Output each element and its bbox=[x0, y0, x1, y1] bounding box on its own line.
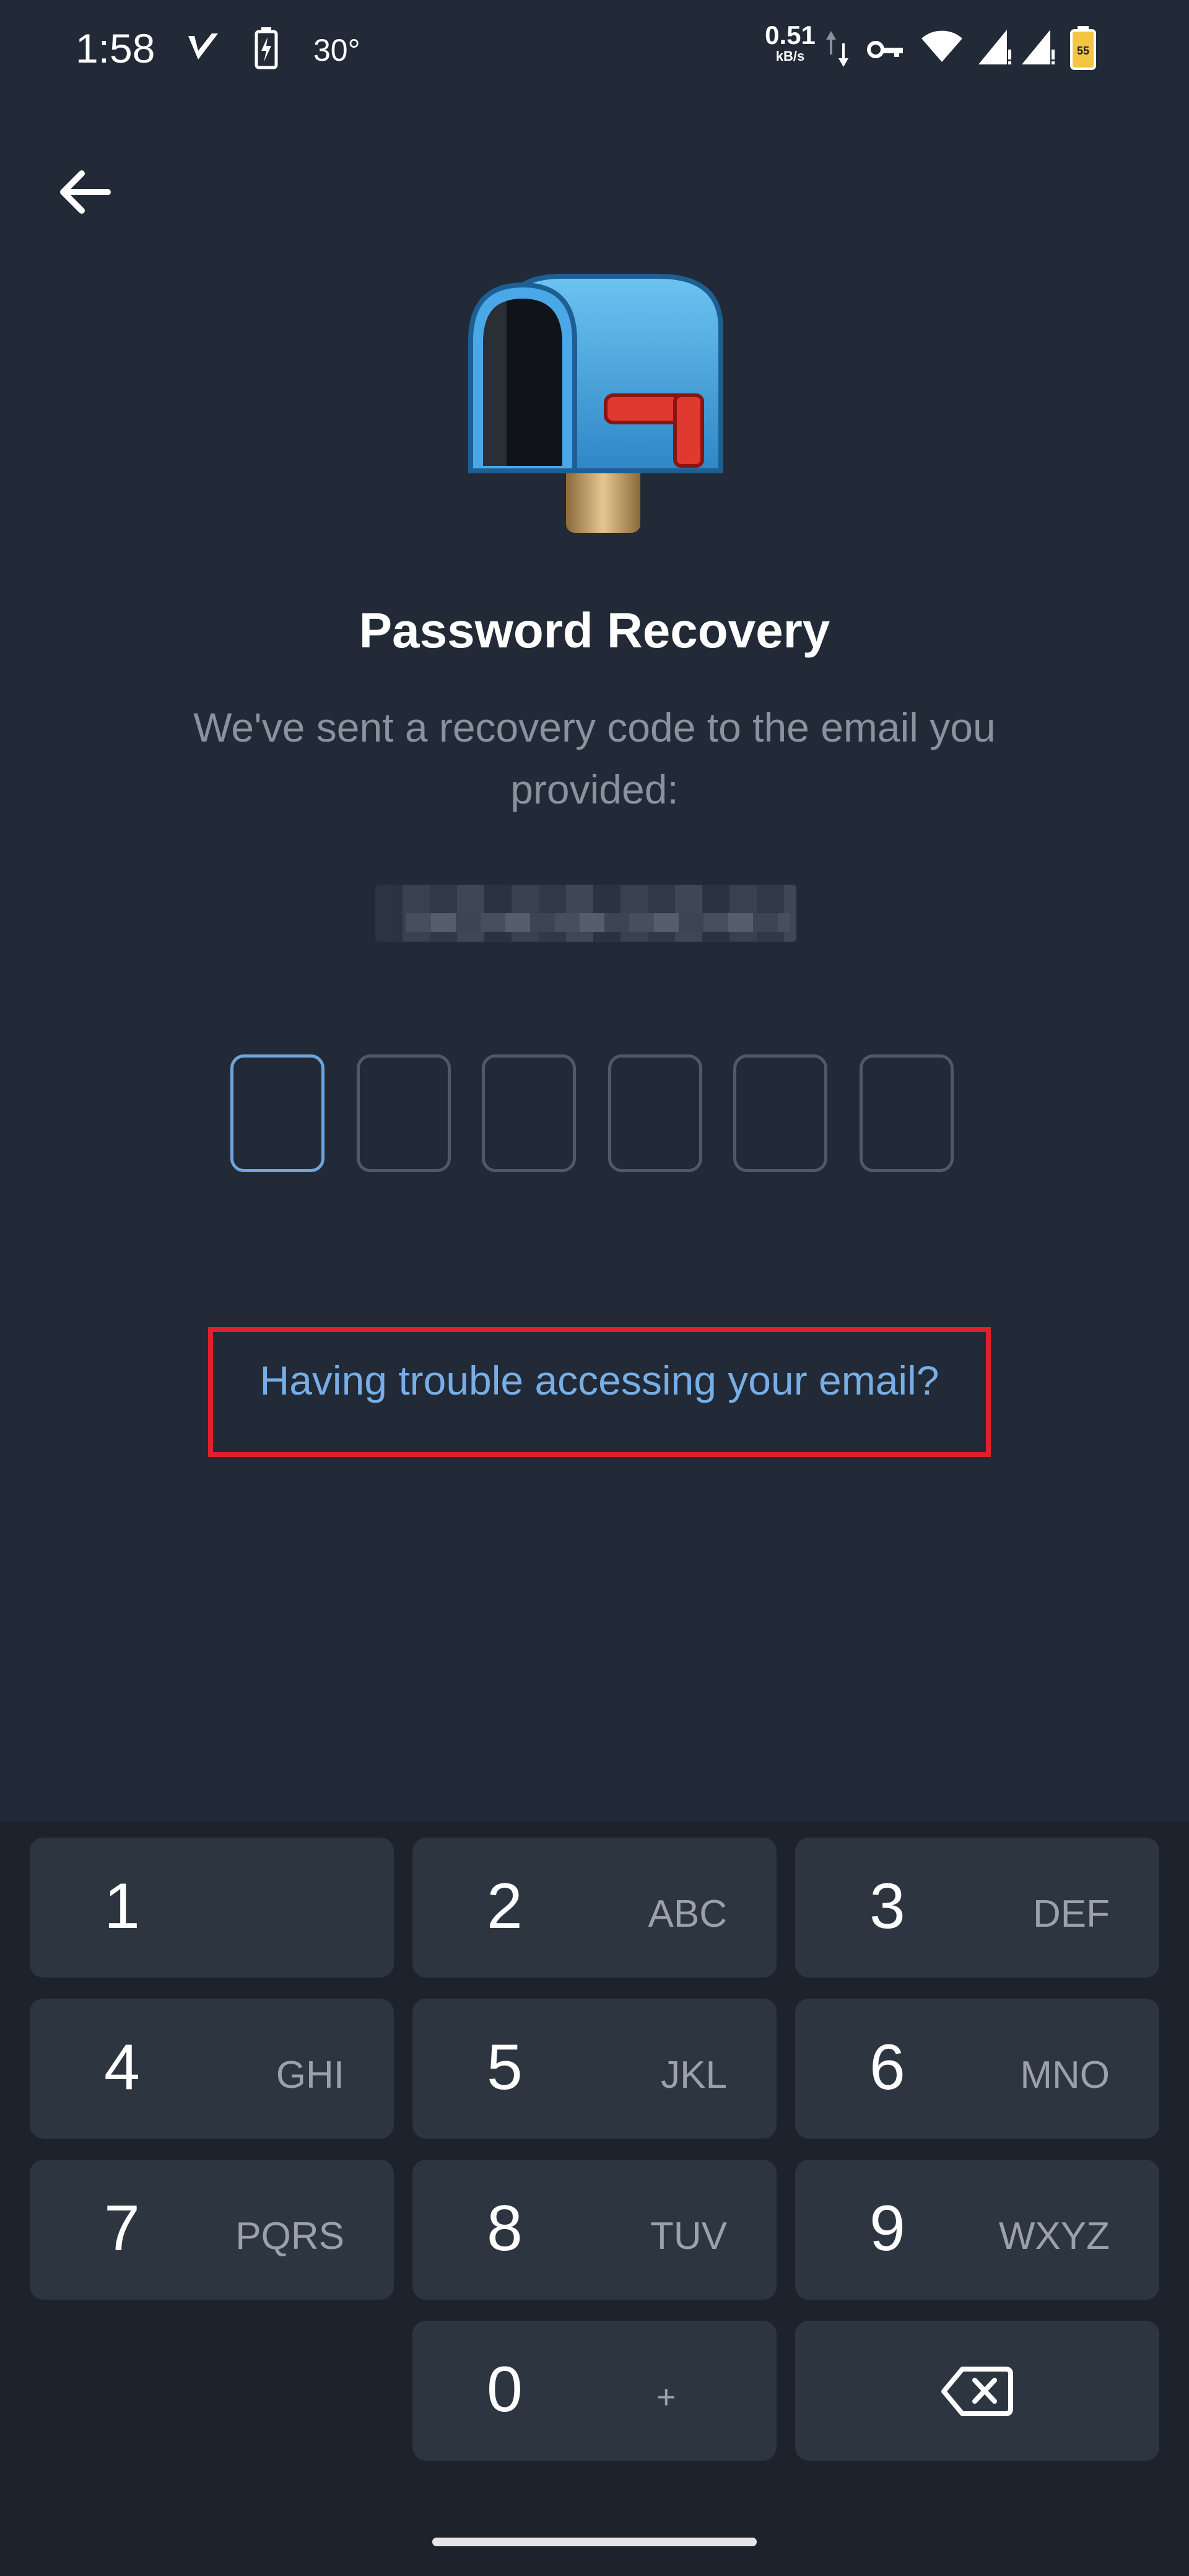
back-button[interactable] bbox=[53, 161, 115, 223]
key-letters: ABC bbox=[648, 1893, 727, 1935]
net-speed-unit: kB/s bbox=[775, 48, 805, 64]
arrow-left-icon bbox=[60, 170, 111, 214]
checkmark-app-icon bbox=[188, 33, 218, 59]
key-1[interactable]: 1 bbox=[30, 1838, 394, 1978]
backspace-icon bbox=[941, 2367, 1013, 2416]
battery-saver-icon bbox=[255, 27, 278, 69]
key-digit: 2 bbox=[487, 1870, 523, 1942]
wifi-icon bbox=[921, 30, 962, 62]
signal-icon bbox=[1022, 30, 1055, 64]
key-digit: 3 bbox=[869, 1870, 905, 1942]
key-0[interactable]: 0 + bbox=[412, 2321, 777, 2461]
key-digit: 0 bbox=[487, 2354, 523, 2425]
code-digit-box[interactable] bbox=[608, 1054, 702, 1172]
battery-icon: 55 bbox=[1070, 26, 1096, 70]
key-digit: 1 bbox=[104, 1870, 140, 1942]
recovery-code-input[interactable] bbox=[230, 1054, 959, 1177]
code-digit-box[interactable] bbox=[733, 1054, 827, 1172]
key-digit: 4 bbox=[104, 2031, 140, 2103]
key-8[interactable]: 8 TUV bbox=[412, 2160, 777, 2300]
key-digit: 7 bbox=[104, 2193, 140, 2264]
key-3[interactable]: 3 DEF bbox=[795, 1838, 1159, 1978]
key-5[interactable]: 5 JKL bbox=[412, 1999, 777, 2139]
key-digit: 9 bbox=[869, 2193, 905, 2264]
mailbox-icon bbox=[468, 274, 723, 533]
key-letters: GHI bbox=[276, 2054, 344, 2096]
key-letters: WXYZ bbox=[998, 2215, 1110, 2258]
key-6[interactable]: 6 MNO bbox=[795, 1999, 1159, 2139]
home-gesture-handle[interactable] bbox=[432, 2538, 757, 2546]
key-digit: 6 bbox=[869, 2031, 905, 2103]
key-digit: 5 bbox=[487, 2031, 523, 2103]
backspace-button[interactable] bbox=[795, 2321, 1159, 2461]
status-time: 1:58 bbox=[76, 25, 155, 71]
page-subtitle: We've sent a recovery code to the email … bbox=[193, 704, 996, 812]
system-navigation-bar bbox=[0, 2508, 1189, 2576]
key-2[interactable]: 2 ABC bbox=[412, 1838, 777, 1978]
redacted-email bbox=[375, 885, 796, 942]
trouble-accessing-email-link[interactable]: Having trouble accessing your email? bbox=[208, 1357, 991, 1404]
key-9[interactable]: 9 WXYZ bbox=[795, 2160, 1159, 2300]
code-digit-box[interactable] bbox=[860, 1054, 954, 1172]
signal-icon bbox=[978, 30, 1011, 64]
key-letters: MNO bbox=[1020, 2054, 1110, 2096]
key-letters: PQRS bbox=[235, 2215, 344, 2258]
key-letters: JKL bbox=[661, 2054, 727, 2096]
data-up-down-icon bbox=[826, 31, 848, 67]
key-digit: 8 bbox=[487, 2193, 523, 2264]
key-4[interactable]: 4 GHI bbox=[30, 1999, 394, 2139]
key-letters: TUV bbox=[650, 2215, 727, 2258]
key-letters: + bbox=[656, 2378, 676, 2416]
net-speed-value: 0.51 bbox=[765, 20, 816, 50]
page-title: Password Recovery bbox=[359, 603, 830, 658]
status-bar: 1:58 30° 0.51 kB/s 55 bbox=[0, 0, 1189, 99]
battery-level: 55 bbox=[1077, 45, 1089, 57]
status-temperature: 30° bbox=[313, 33, 360, 68]
code-digit-box[interactable] bbox=[230, 1054, 324, 1172]
key-letters: DEF bbox=[1033, 1893, 1110, 1935]
net-speed: 0.51 kB/s bbox=[759, 22, 821, 63]
key-7[interactable]: 7 PQRS bbox=[30, 2160, 394, 2300]
code-digit-box[interactable] bbox=[357, 1054, 451, 1172]
vpn-key-icon bbox=[867, 41, 903, 58]
numeric-keypad: 1 2 ABC 3 DEF 4 GHI 5 JKL 6 MNO 7 PQRS 8… bbox=[0, 1821, 1189, 2508]
code-digit-box[interactable] bbox=[482, 1054, 576, 1172]
